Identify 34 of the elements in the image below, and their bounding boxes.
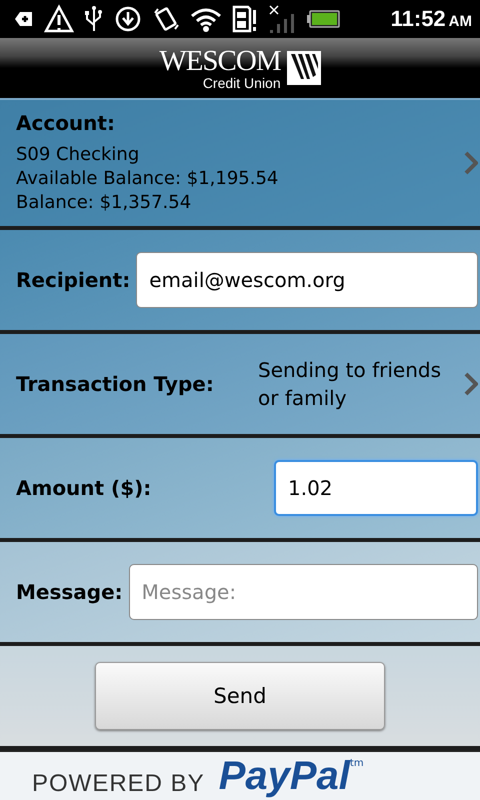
- chevron-right-icon: [464, 151, 478, 175]
- clock-meridiem: AM: [448, 13, 472, 30]
- powered-by-text: POWERED BY: [32, 770, 205, 798]
- wifi-icon: [190, 6, 222, 32]
- trademark-mark: tm: [350, 758, 364, 769]
- input-field[interactable]: Message:: [128, 564, 478, 620]
- account-detail: Balance: $1,357.54: [16, 191, 192, 215]
- send-button[interactable]: Send: [95, 662, 385, 730]
- chevron-right-icon: [464, 372, 478, 396]
- logo-subtitle: Credit Union: [202, 76, 281, 90]
- selected-value: Sending to friends or family: [258, 357, 442, 412]
- account-row[interactable]: Account: S09 Checking Available Balance: $1,195.54 Balance: $1,357.54: [0, 100, 480, 230]
- account-detail: Available Balance: $1,195.54: [16, 167, 278, 191]
- sim-card-alert-icon: [232, 5, 258, 33]
- usb-icon: [84, 5, 104, 33]
- transaction-type-row[interactable]: Transaction Type: Sending to friends or family: [0, 334, 480, 438]
- logo-stripes-icon: [286, 51, 321, 85]
- field-label: Message:: [16, 580, 123, 604]
- clock-time: 11:52: [390, 6, 446, 32]
- field-label: Transaction Type:: [16, 372, 214, 396]
- notification-tag-icon: [14, 9, 34, 29]
- account-detail: S09 Checking: [16, 143, 140, 167]
- field-label: Amount ($):: [16, 476, 152, 500]
- logo-name: WESCOM: [159, 46, 281, 76]
- input-field[interactable]: 1.02: [274, 460, 478, 516]
- field-label: Recipient:: [16, 268, 130, 292]
- no-signal-icon: [268, 4, 296, 34]
- vibrate-icon: [152, 5, 180, 33]
- paypal-logo-text: PayPal: [218, 754, 350, 798]
- input-field[interactable]: email@wescom.org: [136, 252, 478, 308]
- download-sync-icon: [114, 5, 142, 33]
- battery-icon: [306, 9, 340, 29]
- warning-icon: [44, 4, 74, 34]
- account-label: Account:: [16, 111, 116, 135]
